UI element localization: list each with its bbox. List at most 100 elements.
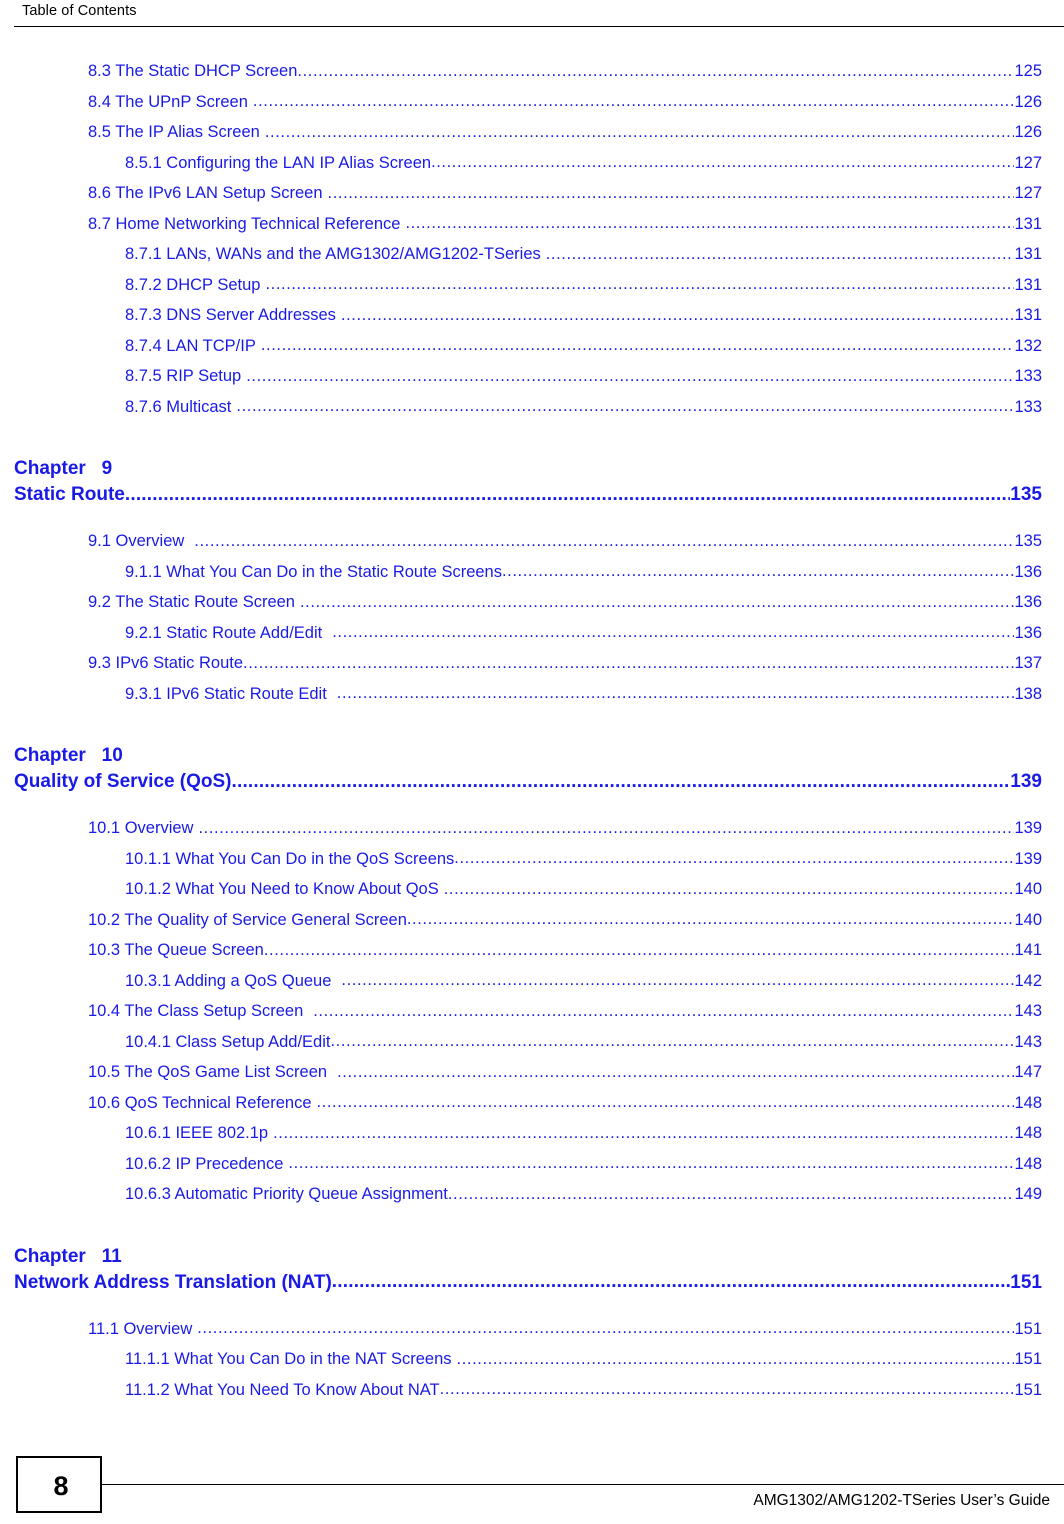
toc-entry-label: 8.5.1 Configuring the LAN IP Alias Scree… bbox=[125, 153, 432, 172]
toc-entry[interactable]: 10.4.1 Class Setup Add/Edit 143 bbox=[0, 1033, 1064, 1064]
toc-entry[interactable]: 9.3 IPv6 Static Route 137 bbox=[0, 654, 1064, 685]
toc-entry-page-number: 127 bbox=[1014, 153, 1042, 172]
dot-leader bbox=[125, 484, 1010, 506]
chapter-title-spacer bbox=[0, 514, 1064, 532]
dot-leader bbox=[194, 532, 1014, 551]
dot-leader bbox=[297, 62, 1014, 81]
toc-entry[interactable]: 8.5.1 Configuring the LAN IP Alias Scree… bbox=[0, 154, 1064, 185]
toc-entry[interactable]: 8.7 Home Networking Technical Reference 1… bbox=[0, 215, 1064, 246]
toc-entry[interactable]: 10.1.2 What You Need to Know About QoS 14… bbox=[0, 880, 1064, 911]
toc-entry[interactable]: 10.6.1 IEEE 802.1p 148 bbox=[0, 1124, 1064, 1155]
toc-entry[interactable]: 11.1.1 What You Can Do in the NAT Screen… bbox=[0, 1350, 1064, 1381]
dot-leader bbox=[405, 214, 1014, 233]
dot-leader bbox=[328, 184, 1015, 203]
toc-entry-page-number: 125 bbox=[1014, 62, 1042, 80]
chapter-page-number: 139 bbox=[1010, 771, 1042, 792]
dot-leader bbox=[236, 397, 1014, 416]
toc-entry[interactable]: 8.7.5 RIP Setup 133 bbox=[0, 367, 1064, 398]
toc-entry-page-number: 151 bbox=[1014, 1350, 1042, 1368]
page-number: 8 bbox=[53, 1471, 69, 1501]
toc-entry-label: 10.3 The Queue Screen bbox=[88, 941, 264, 959]
dot-leader bbox=[502, 562, 1014, 581]
chapter-spacer bbox=[0, 1216, 1064, 1242]
toc-entry[interactable]: 10.4 The Class Setup Screen 143 bbox=[0, 1002, 1064, 1033]
chapter-title-entry[interactable]: Static Route 135 bbox=[0, 484, 1064, 514]
toc-entry-label: 10.6.3 Automatic Priority Queue Assignme… bbox=[125, 1185, 448, 1203]
toc-entry-label: 8.7.5 RIP Setup bbox=[125, 367, 242, 385]
toc-entry-label: 8.7.1 LANs, WANs and the AMG1302/AMG1202… bbox=[125, 245, 541, 263]
toc-entry-label: 10.5 The QoS Game List Screen bbox=[88, 1063, 328, 1081]
toc-entry[interactable]: 9.3.1 IPv6 Static Route Edit 138 bbox=[0, 685, 1064, 716]
footer-divider bbox=[86, 1484, 1064, 1485]
dot-leader bbox=[337, 684, 1015, 703]
toc-entry-label: 10.4 The Class Setup Screen bbox=[88, 1002, 304, 1020]
toc-entry[interactable]: 8.6 The IPv6 LAN Setup Screen 127 bbox=[0, 184, 1064, 215]
toc-entry[interactable]: 11.1 Overview 151 bbox=[0, 1320, 1064, 1351]
toc-entry-label: 8.3 The Static DHCP Screen bbox=[88, 62, 298, 80]
toc-entry-page-number: 140 bbox=[1014, 910, 1042, 929]
chapter-title-entry[interactable]: Quality of Service (QoS) 139 bbox=[0, 771, 1064, 801]
dot-leader bbox=[332, 623, 1014, 642]
dot-leader bbox=[265, 275, 1014, 294]
dot-leader bbox=[243, 654, 1014, 673]
toc-entry[interactable]: 10.6.2 IP Precedence 148 bbox=[0, 1155, 1064, 1186]
dot-leader bbox=[198, 819, 1014, 838]
toc-entry-label: 9.3.1 IPv6 Static Route Edit bbox=[125, 684, 327, 703]
toc-entry[interactable]: 9.1.1 What You Can Do in the Static Rout… bbox=[0, 563, 1064, 594]
toc-entry-label: 10.6.2 IP Precedence bbox=[125, 1154, 284, 1173]
toc-entry[interactable]: 10.3 The Queue Screen 141 bbox=[0, 941, 1064, 972]
toc-entry[interactable]: 10.1 Overview 139 bbox=[0, 819, 1064, 850]
chapter-label: Chapter 9 bbox=[14, 458, 113, 479]
toc-entry[interactable]: 10.3.1 Adding a QoS Queue 142 bbox=[0, 972, 1064, 1003]
dot-leader bbox=[457, 1350, 1015, 1369]
toc-entry-page-number: 136 bbox=[1014, 562, 1042, 581]
toc-entry[interactable]: 10.6.3 Automatic Priority Queue Assignme… bbox=[0, 1185, 1064, 1216]
toc-entry-page-number: 126 bbox=[1014, 92, 1042, 111]
toc-entry[interactable]: 8.4 The UPnP Screen 126 bbox=[0, 93, 1064, 124]
dot-leader bbox=[431, 153, 1014, 172]
toc-entry[interactable]: 11.1.2 What You Need To Know About NAT 15… bbox=[0, 1381, 1064, 1412]
dot-leader bbox=[300, 593, 1014, 612]
toc-entry[interactable]: 10.2 The Quality of Service General Scre… bbox=[0, 911, 1064, 942]
header-title: Table of Contents bbox=[22, 3, 137, 19]
toc-entry-label: 8.7.6 Multicast bbox=[125, 397, 232, 416]
footer-guide-title: AMG1302/AMG1202-TSeries User’s Guide bbox=[753, 1492, 1050, 1509]
toc-entry[interactable]: 8.7.2 DHCP Setup 131 bbox=[0, 276, 1064, 307]
header-divider bbox=[14, 26, 1064, 27]
dot-leader bbox=[261, 336, 1015, 355]
toc-entry-label: 8.6 The IPv6 LAN Setup Screen bbox=[88, 184, 323, 202]
toc-entry[interactable]: 8.7.6 Multicast 133 bbox=[0, 398, 1064, 429]
toc-entry-page-number: 127 bbox=[1014, 184, 1042, 202]
dot-leader bbox=[197, 1319, 1014, 1338]
toc-entry[interactable]: 8.3 The Static DHCP Screen 125 bbox=[0, 62, 1064, 93]
toc-entry-page-number: 141 bbox=[1014, 941, 1042, 959]
toc-entry-page-number: 143 bbox=[1014, 1002, 1042, 1020]
toc-entry[interactable]: 10.5 The QoS Game List Screen 147 bbox=[0, 1063, 1064, 1094]
toc-entry[interactable]: 8.5 The IP Alias Screen 126 bbox=[0, 123, 1064, 154]
toc-entry-label: 8.7.4 LAN TCP/IP bbox=[125, 336, 256, 355]
toc-entry[interactable]: 8.7.4 LAN TCP/IP 132 bbox=[0, 337, 1064, 368]
dot-leader bbox=[313, 1002, 1014, 1021]
dot-leader bbox=[337, 1063, 1014, 1082]
chapter-title-text: Static Route bbox=[14, 484, 125, 505]
toc-entry-page-number: 136 bbox=[1014, 623, 1042, 642]
toc-entry-page-number: 133 bbox=[1014, 367, 1042, 385]
toc-entry[interactable]: 10.1.1 What You Can Do in the QoS Screen… bbox=[0, 850, 1064, 881]
toc-entry-page-number: 131 bbox=[1014, 214, 1042, 233]
toc-entry-label: 9.1.1 What You Can Do in the Static Rout… bbox=[125, 562, 502, 581]
chapter-title-entry[interactable]: Network Address Translation (NAT) 151 bbox=[0, 1272, 1064, 1302]
toc-entry[interactable]: 10.6 QoS Technical Reference 148 bbox=[0, 1094, 1064, 1125]
dot-leader bbox=[264, 941, 1015, 960]
toc-entry[interactable]: 9.2.1 Static Route Add/Edit 136 bbox=[0, 624, 1064, 655]
toc-entry-label: 10.6 QoS Technical Reference bbox=[88, 1093, 312, 1112]
page-footer: 8 AMG1302/AMG1202-TSeries User’s Guide bbox=[0, 1448, 1064, 1524]
dot-leader bbox=[253, 92, 1015, 111]
toc-entry[interactable]: 8.7.1 LANs, WANs and the AMG1302/AMG1202… bbox=[0, 245, 1064, 276]
toc-entry[interactable]: 9.2 The Static Route Screen 136 bbox=[0, 593, 1064, 624]
page-number-box: 8 bbox=[16, 1456, 102, 1513]
toc-entry-page-number: 131 bbox=[1014, 245, 1042, 263]
toc-entry-page-number: 148 bbox=[1014, 1124, 1042, 1142]
toc-entry[interactable]: 9.1 Overview 135 bbox=[0, 532, 1064, 563]
toc-entry-page-number: 139 bbox=[1014, 849, 1042, 868]
toc-entry[interactable]: 8.7.3 DNS Server Addresses 131 bbox=[0, 306, 1064, 337]
